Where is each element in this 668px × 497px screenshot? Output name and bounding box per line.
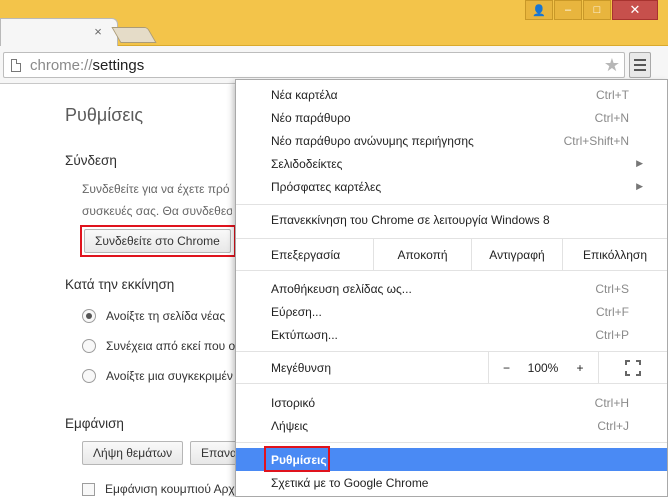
- tab-close-icon[interactable]: ×: [92, 25, 104, 38]
- paste-button[interactable]: Επικόλληση: [562, 239, 667, 270]
- menu-item-downloads[interactable]: Λήψεις Ctrl+J: [236, 414, 667, 437]
- startup-option-new-tab[interactable]: Ανοίξτε τη σελίδα νέας: [82, 309, 225, 323]
- fullscreen-button[interactable]: [598, 352, 667, 383]
- menu-item-bookmarks[interactable]: Σελιδοδείκτες ▶: [236, 152, 667, 175]
- menu-item-recent-tabs[interactable]: Πρόσφατες καρτέλες ▶: [236, 175, 667, 198]
- startup-heading: Κατά την εκκίνηση: [65, 277, 175, 292]
- minimize-button[interactable]: –: [554, 0, 582, 20]
- copy-button[interactable]: Αντιγραφή: [471, 239, 562, 270]
- menu-item-find[interactable]: Εύρεση... Ctrl+F: [236, 300, 667, 323]
- annotation-box-signin: [80, 225, 236, 257]
- menu-item-save-page[interactable]: Αποθήκευση σελίδας ως... Ctrl+S: [236, 277, 667, 300]
- edit-label: Επεξεργασία: [271, 247, 341, 262]
- hamburger-icon: [634, 59, 646, 61]
- url-text[interactable]: chrome://settings: [30, 57, 144, 74]
- menu-item-incognito[interactable]: Νέο παράθυρο ανώνυμης περιήγησης Ctrl+Sh…: [236, 129, 667, 152]
- menu-separator: [236, 442, 667, 443]
- submenu-arrow-icon: ▶: [636, 158, 643, 168]
- startup-option-specific-pages[interactable]: Ανοίξτε μια συγκεκριμέν: [82, 369, 233, 383]
- zoom-level: 100%: [527, 360, 559, 375]
- get-themes-button[interactable]: Λήψη θεμάτων: [82, 441, 184, 465]
- chrome-menu-button[interactable]: [629, 52, 651, 78]
- maximize-button[interactable]: □: [583, 0, 611, 20]
- menu-item-history[interactable]: Ιστορικό Ctrl+H: [236, 391, 667, 414]
- zoom-out-button[interactable]: −: [488, 352, 524, 383]
- zoom-label: Μεγέθυνση: [271, 360, 332, 375]
- signin-desc-2: συσκευές σας. Θα συνδεθεστ: [82, 204, 232, 218]
- page-title: Ρυθμίσεις: [65, 105, 144, 125]
- edit-row: Επεξεργασία Αποκοπή Αντιγραφή Επικόλληση: [236, 239, 667, 270]
- page-icon: [11, 59, 21, 72]
- menu-item-relaunch-win8[interactable]: Επανεκκίνηση του Chrome σε λειτουργία Wi…: [236, 208, 667, 231]
- cut-button[interactable]: Αποκοπή: [373, 239, 471, 270]
- appearance-heading: Εμφάνιση: [65, 416, 124, 431]
- bookmark-star-icon[interactable]: ★: [604, 55, 620, 75]
- chrome-menu: Νέα καρτέλα Ctrl+T Νέο παράθυρο Ctrl+N Ν…: [235, 79, 668, 497]
- radio-unselected[interactable]: [82, 339, 96, 353]
- checkbox[interactable]: [82, 482, 95, 496]
- new-tab-button[interactable]: [111, 27, 157, 43]
- signin-heading: Σύνδεση: [65, 153, 117, 168]
- menu-item-new-window[interactable]: Νέο παράθυρο Ctrl+N: [236, 106, 667, 129]
- chrome-window: × 👤 – □ ✕ chrome://settings ★ Ρυθμίσεις …: [0, 0, 668, 497]
- menu-separator: [236, 204, 667, 205]
- address-bar[interactable]: chrome://settings ★: [3, 52, 625, 78]
- zoom-row: Μεγέθυνση − 100% +: [236, 352, 667, 383]
- annotation-box-settings: [264, 446, 330, 472]
- signin-desc-1: Συνδεθείτε για να έχετε πρό: [82, 182, 230, 196]
- show-home-button-option[interactable]: Εμφάνιση κουμπιού Αρχ: [82, 482, 235, 496]
- radio-selected[interactable]: [82, 309, 96, 323]
- zoom-in-button[interactable]: +: [562, 352, 598, 383]
- menu-separator: [236, 270, 667, 271]
- tab-settings[interactable]: ×: [0, 18, 118, 46]
- menu-item-about[interactable]: Σχετικά με το Google Chrome: [236, 471, 667, 494]
- user-icon[interactable]: 👤: [525, 0, 553, 20]
- radio-unselected[interactable]: [82, 369, 96, 383]
- close-window-button[interactable]: ✕: [612, 0, 658, 20]
- window-controls: 👤 – □ ✕: [525, 0, 658, 20]
- submenu-arrow-icon: ▶: [636, 181, 643, 191]
- fullscreen-icon: [625, 359, 641, 376]
- menu-item-print[interactable]: Εκτύπωση... Ctrl+P: [236, 323, 667, 346]
- menu-separator: [236, 383, 667, 384]
- reset-theme-button[interactable]: Επανα: [190, 441, 240, 465]
- startup-option-continue[interactable]: Συνέχεια από εκεί που ο: [82, 339, 235, 353]
- window-frame: × 👤 – □ ✕: [0, 0, 668, 46]
- menu-item-new-tab[interactable]: Νέα καρτέλα Ctrl+T: [236, 83, 667, 106]
